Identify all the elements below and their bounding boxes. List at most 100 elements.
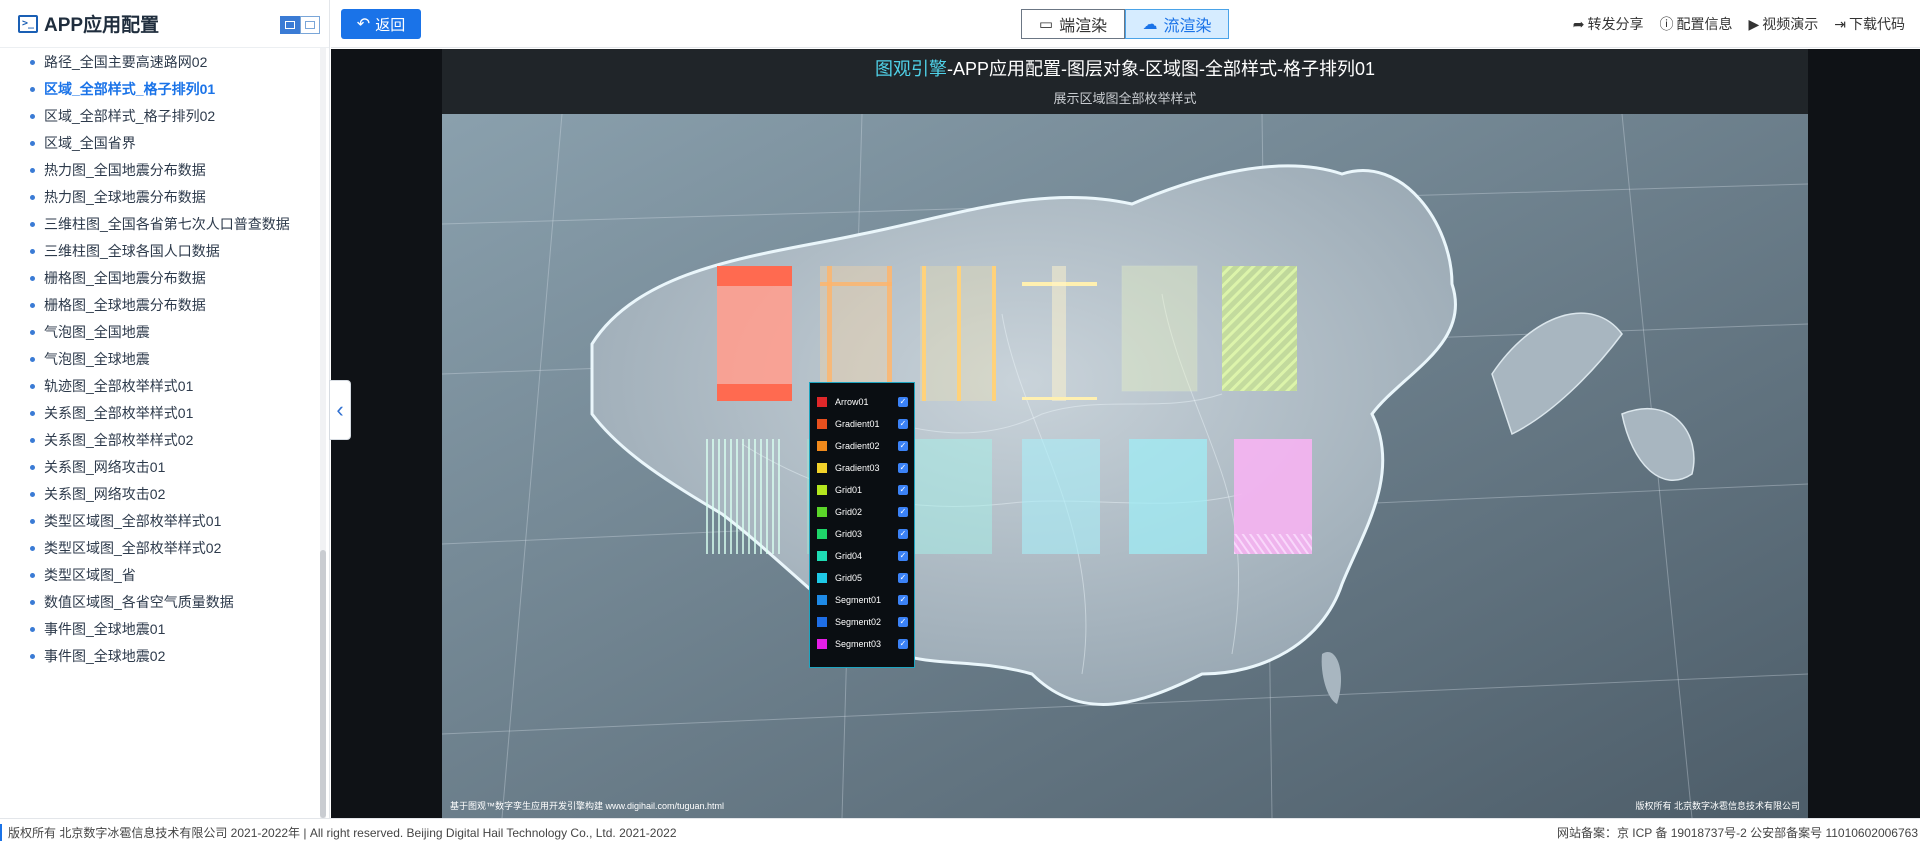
map-viewport[interactable]: 图观引擎-APP应用配置-图层对象-区域图-全部样式-格子排列01 展示区域图全… (442, 49, 1808, 818)
share-icon: ➦ (1572, 15, 1585, 32)
sidebar-item[interactable]: 区域_全部样式_格子排列01 (30, 78, 215, 100)
sidebar-item[interactable]: 热力图_全球地震分布数据 (30, 186, 206, 208)
video-demo-button[interactable]: ▶ 视频演示 (1748, 14, 1818, 34)
legend-checkbox[interactable]: ✓ (898, 551, 908, 561)
back-button[interactable]: ↶ 返回 (341, 9, 421, 39)
share-button[interactable]: ➦ 转发分享 (1573, 14, 1644, 34)
legend-checkbox[interactable]: ✓ (898, 441, 908, 451)
legend-row[interactable]: Gradient03 ✓ (810, 457, 914, 479)
sidebar-item[interactable]: 轨迹图_全部枚举样式01 (30, 375, 193, 397)
bullet-icon (30, 167, 35, 173)
bullet-icon (30, 518, 35, 524)
legend-row[interactable]: Segment01 ✓ (810, 589, 914, 611)
region-gradient01[interactable] (820, 266, 892, 401)
legend-checkbox[interactable]: ✓ (898, 507, 908, 517)
legend-swatch (817, 595, 827, 605)
sidebar-item[interactable]: 区域_全部样式_格子排列02 (30, 105, 215, 127)
legend-swatch (817, 573, 827, 583)
legend-checkbox[interactable]: ✓ (898, 485, 908, 495)
client-render-button[interactable]: ▭ 端渲染 (1021, 9, 1125, 39)
legend-row[interactable]: Arrow01 ✓ (810, 391, 914, 413)
region-segment03[interactable] (1234, 439, 1312, 554)
legend-row[interactable]: Gradient01 ✓ (810, 413, 914, 435)
legend-label: Gradient01 (835, 419, 880, 429)
sidebar-item[interactable]: 区域_全国省界 (30, 132, 136, 154)
sidebar-scrollbar[interactable] (320, 550, 326, 818)
sidebar-item-label: 轨迹图_全部枚举样式01 (44, 378, 194, 394)
map-canvas[interactable] (442, 114, 1808, 818)
grid-view-icon[interactable] (280, 16, 300, 34)
sidebar-item[interactable]: 关系图_网络攻击02 (30, 483, 165, 505)
legend-checkbox[interactable]: ✓ (898, 639, 908, 649)
sidebar-item[interactable]: 气泡图_全球地震 (30, 348, 150, 370)
legend-label: Segment01 (835, 595, 882, 605)
sidebar-item[interactable]: 关系图_全部枚举样式02 (30, 429, 193, 451)
region-arrow01[interactable] (717, 266, 792, 401)
legend-swatch (817, 529, 827, 539)
sidebar: >_ APP应用配置 路径_全国主要高速路网02 区域_全部样式_格子排列01 区域… (0, 0, 330, 818)
sidebar-item[interactable]: 数值区域图_各省空气质量数据 (30, 591, 234, 613)
sidebar-item[interactable]: 路径_全国主要高速路网02 (30, 51, 207, 73)
sidebar-item[interactable]: 关系图_全部枚举样式01 (30, 402, 193, 424)
sidebar-item[interactable]: 热力图_全国地震分布数据 (30, 159, 206, 181)
sidebar-item-label: 关系图_全部枚举样式02 (44, 432, 194, 448)
info-icon: ⓘ (1659, 16, 1674, 32)
region-grid02[interactable] (1222, 266, 1297, 391)
region-gradient02[interactable] (920, 266, 996, 401)
download-code-button[interactable]: ⇥ 下载代码 (1834, 14, 1905, 34)
legend-checkbox[interactable]: ✓ (898, 419, 908, 429)
legend-label: Grid03 (835, 529, 863, 539)
sidebar-item[interactable]: 三维柱图_全国各省第七次人口普查数据 (30, 213, 290, 235)
sidebar-item[interactable]: 事件图_全球地震02 (30, 645, 165, 667)
legend-checkbox[interactable]: ✓ (898, 573, 908, 583)
legend-checkbox[interactable]: ✓ (898, 397, 908, 407)
legend-row[interactable]: Grid03 ✓ (810, 523, 914, 545)
bullet-icon (30, 383, 35, 389)
sidebar-item[interactable]: 气泡图_全国地震 (30, 321, 150, 343)
config-info-button[interactable]: ⓘ 配置信息 (1659, 14, 1732, 34)
sidebar-item-label: 关系图_网络攻击01 (44, 459, 166, 475)
render-mode-group: ▭ 端渲染 ☁ 流渲染 (1021, 9, 1229, 39)
collapse-sidebar-button[interactable]: ‹ (329, 380, 351, 440)
stream-render-button[interactable]: ☁ 流渲染 (1125, 9, 1229, 39)
region-segment01[interactable] (1022, 439, 1100, 554)
screen-icon: >_ (18, 14, 38, 33)
sidebar-item-label: 类型区域图_全部枚举样式01 (44, 513, 222, 529)
region-grid03[interactable] (704, 439, 782, 554)
sidebar-item[interactable]: 三维柱图_全球各国人口数据 (30, 240, 220, 262)
legend-swatch (817, 419, 827, 429)
bullet-icon (30, 329, 35, 335)
sidebar-item[interactable]: 类型区域图_省 (30, 564, 136, 586)
legend-row[interactable]: Grid04 ✓ (810, 545, 914, 567)
legend-row[interactable]: Gradient02 ✓ (810, 435, 914, 457)
sidebar-item[interactable]: 事件图_全球地震01 (30, 618, 165, 640)
render-stage: 图观引擎-APP应用配置-图层对象-区域图-全部样式-格子排列01 展示区域图全… (331, 49, 1920, 818)
sidebar-item[interactable]: 栅格图_全球地震分布数据 (30, 294, 206, 316)
legend-row[interactable]: Grid05 ✓ (810, 567, 914, 589)
legend-row[interactable]: Segment02 ✓ (810, 611, 914, 633)
sidebar-item[interactable]: 类型区域图_全部枚举样式01 (30, 510, 221, 532)
sidebar-item[interactable]: 类型区域图_全部枚举样式02 (30, 537, 221, 559)
viewport-subtitle: 展示区域图全部枚举样式 (1053, 91, 1197, 106)
legend-swatch (817, 397, 827, 407)
sidebar-item[interactable]: 关系图_网络攻击01 (30, 456, 165, 478)
region-grid05[interactable] (914, 439, 992, 554)
legend-row[interactable]: Segment03 ✓ (810, 633, 914, 655)
region-grid01[interactable] (1121, 265, 1198, 392)
back-arrow-icon: ↶ (356, 16, 371, 33)
list-view-icon[interactable] (300, 16, 320, 34)
legend-row[interactable]: Grid02 ✓ (810, 501, 914, 523)
legend-checkbox[interactable]: ✓ (898, 529, 908, 539)
video-demo-label: 视频演示 (1762, 16, 1819, 32)
legend-swatch (817, 551, 827, 561)
bullet-icon (30, 599, 35, 605)
region-segment02[interactable] (1129, 439, 1207, 554)
sidebar-item[interactable]: 栅格图_全国地震分布数据 (30, 267, 206, 289)
legend-checkbox[interactable]: ✓ (898, 595, 908, 605)
legend-checkbox[interactable]: ✓ (898, 617, 908, 627)
client-render-label: 端渲染 (1059, 18, 1108, 35)
bullet-icon (30, 113, 35, 119)
legend-checkbox[interactable]: ✓ (898, 463, 908, 473)
legend-row[interactable]: Grid01 ✓ (810, 479, 914, 501)
bullet-icon (30, 410, 35, 416)
